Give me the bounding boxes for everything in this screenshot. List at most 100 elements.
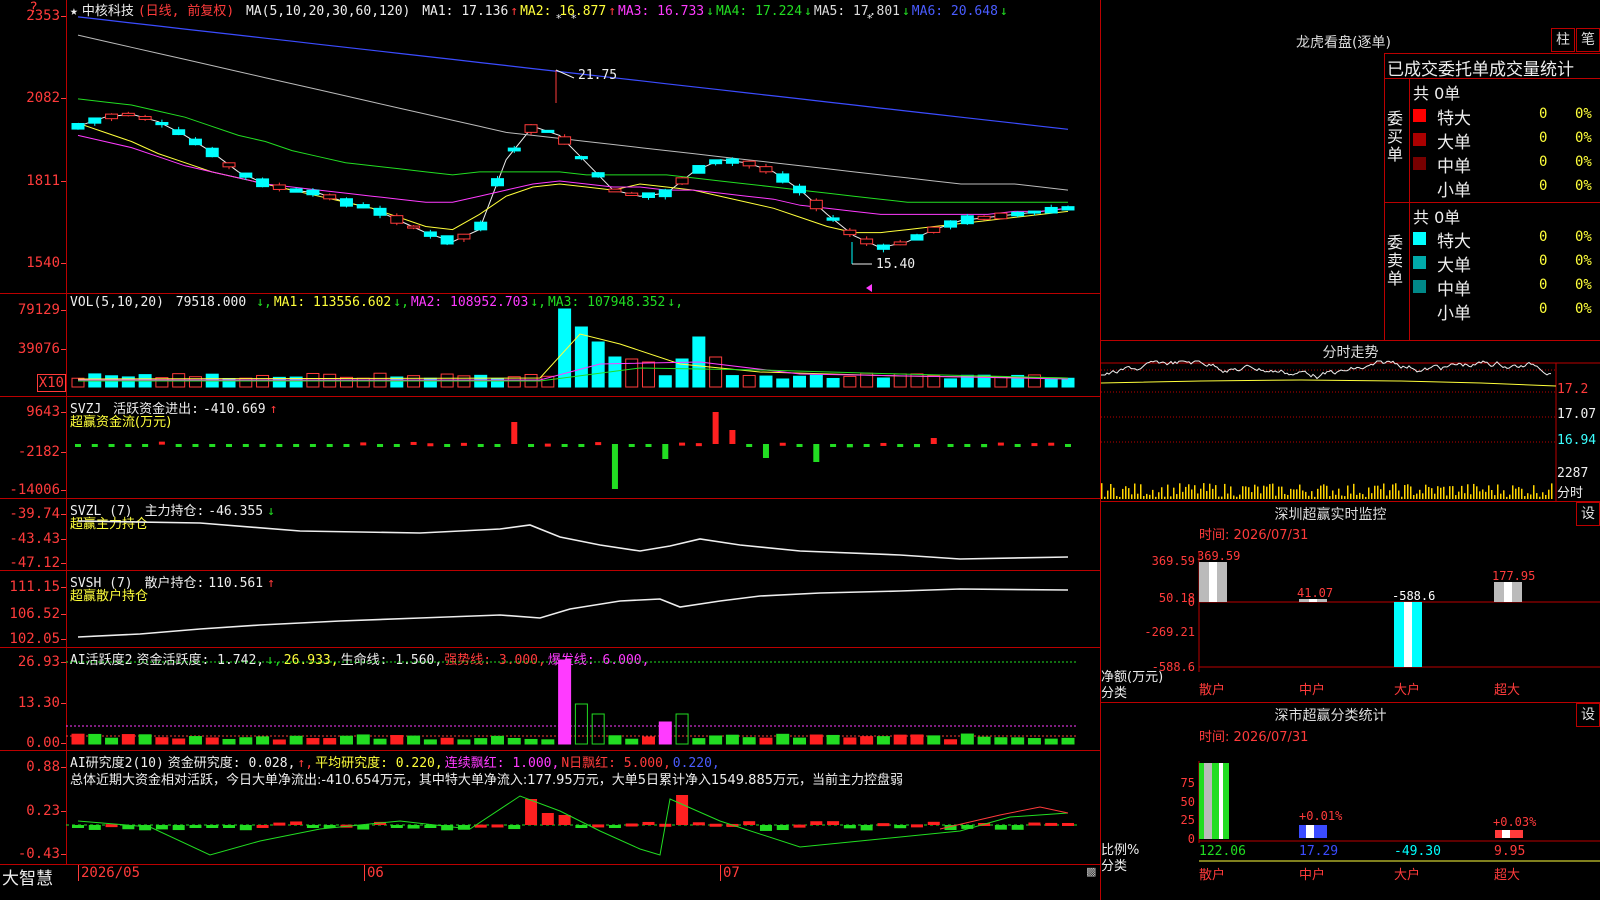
activity-bar <box>558 659 572 745</box>
svzj-bar <box>796 444 803 447</box>
lock-icon[interactable]: ▩ <box>1086 865 1096 878</box>
intraday-vol-bar <box>1314 496 1316 499</box>
sz-class-panel[interactable]: 深市超赢分类统计 设 时间: 2026/07/31 75 50 25 0 +0.01% +… <box>1101 703 1600 900</box>
research-bar <box>827 821 840 825</box>
ai-research-panel[interactable]: 0.88 0.23 -0.43 AI研究度2(10) 资金研究度: 0.028, ↑… <box>0 751 1100 865</box>
research-bar <box>927 821 940 825</box>
price-panel[interactable]: ? 2353 2082 1811 1540 ★ 中核科技 (日线, 前复权) MA(… <box>0 0 1100 294</box>
candle-body <box>524 124 538 133</box>
order-row: 小单 0 0% <box>1413 299 1600 324</box>
order-count: 0 <box>1539 253 1548 269</box>
research-bar <box>206 825 219 828</box>
research-bar <box>608 825 621 828</box>
intraday-price: 17.2 <box>1557 382 1589 397</box>
buy-side-divider <box>1409 78 1410 202</box>
intraday-vol-bar <box>1446 495 1448 499</box>
intraday-volume: 2287 <box>1557 466 1589 481</box>
research-bar <box>1062 822 1074 826</box>
order-size-label: 小单 <box>1437 181 1471 201</box>
intraday-vol-bar <box>1449 486 1451 499</box>
tick-mode-button[interactable]: 笔 <box>1576 28 1600 52</box>
activity-bar <box>356 734 370 745</box>
intraday-vol-bar <box>1452 486 1454 499</box>
svzj-bar <box>158 441 165 445</box>
svzj-bar <box>662 444 669 459</box>
intraday-vol-bar <box>1524 496 1526 499</box>
intraday-vol-bar <box>1179 483 1181 499</box>
intraday-panel[interactable]: 分时走势 17.2 17.07 16.94 2287 分时 <box>1100 341 1600 502</box>
order-percent: 0% <box>1575 229 1592 245</box>
intraday-vol-bar <box>1254 484 1256 499</box>
sz-monitor-panel[interactable]: 深圳超赢实时监控 设 时间: 2026/07/31 369.59 50.18 0 -2… <box>1101 502 1600 703</box>
class-value: -49.30 <box>1394 844 1441 859</box>
monitor-value: 177.95 <box>1492 569 1535 583</box>
activity-bar <box>457 739 471 745</box>
monitor-bar-highlight <box>1404 602 1412 667</box>
intraday-vol-bar <box>1140 484 1142 499</box>
intraday-vol-bar <box>1533 485 1535 499</box>
candle-body <box>742 160 756 167</box>
candle-body <box>373 207 387 216</box>
activity-bar <box>977 736 991 745</box>
intraday-vol-bar <box>1329 496 1331 499</box>
svzj-bar <box>628 444 635 447</box>
order-size-label: 大单 <box>1437 256 1471 276</box>
svzj-panel[interactable]: 9643 -2182 -14006 SVZJ 活跃资金进出: -410.669 ↑ … <box>0 397 1100 499</box>
intraday-vol-bar <box>1545 494 1547 499</box>
intraday-vol-bar <box>1404 485 1406 499</box>
intraday-vol-bar <box>1422 493 1424 499</box>
activity-bar <box>289 735 303 745</box>
date-label: 06 <box>364 865 384 881</box>
svsh-panel[interactable]: 111.15 106.52 102.05 SVSH (7) 散户持仓: 110.5… <box>0 571 1100 648</box>
intraday-vol-bar <box>1272 483 1274 499</box>
svzj-bar <box>981 444 988 448</box>
research-bar <box>1028 822 1041 826</box>
intraday-vol-bar <box>1236 496 1238 499</box>
intraday-vol-bar <box>1152 489 1154 499</box>
candle-body <box>725 158 739 164</box>
svzj-bar <box>444 444 451 447</box>
volume-panel[interactable]: 79129 39076 X10 VOL(5,10,20) 79518.000 ↓,… <box>0 294 1100 397</box>
buy-side-label: 委买单 <box>1387 109 1404 164</box>
svzj-bar <box>645 444 652 447</box>
research-bar <box>390 825 403 828</box>
intraday-vol-bar <box>1548 489 1550 499</box>
intraday-vol-bar <box>1386 495 1388 499</box>
activity-bar <box>692 738 706 745</box>
candle-body <box>138 116 152 120</box>
intraday-vol-bar <box>1338 488 1340 499</box>
star-icon: * <box>556 12 562 25</box>
dragon-tiger-title: 龙虎看盘(逐单) <box>1296 35 1391 51</box>
research-bar <box>592 824 605 828</box>
svzj-bar <box>595 442 602 446</box>
svzl-panel[interactable]: -39.74 -43.43 -47.12 SVZL (7) 主力持仓: -46.3… <box>0 499 1100 571</box>
intraday-vol-bar <box>1359 492 1361 499</box>
intraday-vol-bar <box>1176 494 1178 499</box>
intraday-vol-bar <box>1257 486 1259 499</box>
category-label: 大户 <box>1394 682 1420 698</box>
volume-bar <box>658 375 672 388</box>
svzj-bar <box>611 444 618 489</box>
axis-tick: 25 <box>1181 813 1195 827</box>
order-row: 小单 0 0% <box>1413 176 1600 201</box>
intraday-vol-bar <box>1203 483 1205 499</box>
activity-bar <box>490 735 504 745</box>
research-bar <box>256 824 269 828</box>
candle-body <box>793 185 807 194</box>
svzj-bar <box>175 444 182 447</box>
candle-body <box>910 234 924 241</box>
star-icon: * <box>571 12 577 25</box>
candlestick-chart[interactable]: * * * <box>0 0 1100 293</box>
ai-active-panel[interactable]: 26.93 13.30 0.00 AI活跃度2 资金活跃度: 1.742, ↓, 26… <box>0 648 1100 751</box>
order-size-label: 小单 <box>1437 304 1471 324</box>
candle-body <box>860 238 874 245</box>
candle-body <box>977 215 991 220</box>
activity-bar <box>642 736 656 745</box>
date-axis: 大智慧 2026/05 06 07 ▩ <box>0 865 1100 900</box>
intraday-vol-bar <box>1116 495 1118 499</box>
candle-body <box>709 159 723 165</box>
bar-mode-button[interactable]: 柱 <box>1551 28 1575 52</box>
intraday-vol-bar <box>1221 496 1223 499</box>
candle-body <box>809 199 823 210</box>
class-bar-highlight <box>1204 763 1212 839</box>
